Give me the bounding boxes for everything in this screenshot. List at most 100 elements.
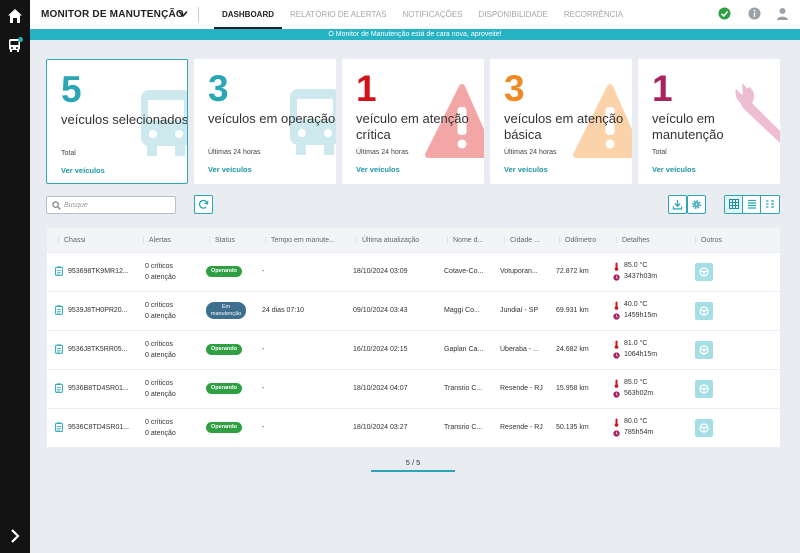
client-name: Gaplan Ca... [444,346,484,353]
steering-wheel-button[interactable] [695,380,713,398]
card-critical-attention[interactable]: 1 veículo em atenção crítica Últimas 24 … [342,59,484,184]
engine-hours: 563h02m [624,390,654,397]
settings-button[interactable] [687,195,706,214]
status-badge: Operando [206,344,242,355]
column-header-nome[interactable]: Nome d... [444,236,483,244]
card-view-button[interactable] [761,196,779,213]
card-label: veículos selecionados [61,112,188,127]
column-header-atualizacao[interactable]: Última atualização [353,236,419,244]
column-header-tempo[interactable]: Tempo em manute... [262,236,335,244]
column-header-detalhes[interactable]: Detalhes [613,236,650,244]
chassi-value: 9539J8TH0PR20... [68,307,128,314]
card-subtitle: Últimas 24 horas [504,149,557,156]
status-badge: Operando [206,266,242,277]
column-header-chassi[interactable]: Chassi [55,236,85,244]
refresh-button[interactable] [194,195,213,214]
grid-icon [729,199,739,209]
client-name: Transrio C... [444,385,483,392]
chassi-value: 953698TK9MR12... [68,268,129,275]
card-label: veículo em manutenção [652,111,724,142]
last-update: 16/10/2024 02:15 [353,346,408,353]
tab-dashboard[interactable]: DASHBOARD [214,0,282,29]
steering-wheel-button[interactable] [695,341,713,359]
column-header-odometro[interactable]: Odômetro [556,236,596,244]
status-badge: Operando [206,422,242,433]
search-box [46,196,176,214]
top-bar: MONITOR DE MANUTENÇÃO DASHBOARD RELATÓRI… [30,0,800,29]
card-link[interactable]: Ver veículos [504,165,548,174]
bus-icon[interactable] [7,37,23,53]
check-circle-icon[interactable] [718,7,731,20]
tab-disponibilidade[interactable]: DISPONIBILIDADE [471,0,556,29]
column-header-status[interactable]: Status [206,236,235,244]
card-selected-vehicles[interactable]: 5 veículos selecionados Total Ver veícul… [46,59,188,184]
download-button[interactable] [668,195,687,214]
maintenance-time: - [262,424,265,431]
critical-alerts: 0 críticos [145,419,174,426]
engine-hours: 3437h03m [624,273,658,280]
card-operating-vehicles[interactable]: 3 veículos em operação Últimas 24 horas … [194,59,336,184]
vehicles-table: Chassi Alertas Status Tempo em manute...… [47,228,780,447]
card-link[interactable]: Ver veículos [652,165,696,174]
card-subtitle: Total [652,149,667,156]
tab-recorrencia[interactable]: RECORRÊNCIA [556,0,631,29]
list-view-button[interactable] [743,196,761,213]
list-icon [748,199,756,209]
last-update: 18/10/2024 03:27 [353,424,408,431]
user-icon[interactable] [776,7,789,20]
maintenance-time: - [262,346,265,353]
grid-view-button[interactable] [725,196,743,213]
engine-hours: 1064h15m [624,351,658,358]
status-badge: Operando [206,383,242,394]
thermometer-icon [614,418,619,427]
tab-relatorio-alertas[interactable]: RELATÓRIO DE ALERTAS [282,0,394,29]
pagination[interactable]: 5 / 5 [371,458,455,472]
card-basic-attention[interactable]: 3 veículos em atenção básica Últimas 24 … [490,59,632,184]
search-input[interactable] [64,199,172,211]
steering-wheel-button[interactable] [695,302,713,320]
engine-temperature: 80.0 °C [624,418,648,425]
city: Uberaba - ... [500,346,539,353]
last-update: 09/10/2024 03:43 [353,307,408,314]
chassi-value: 9536B8TD4SR01... [68,385,129,392]
steering-wheel-icon [699,423,709,433]
steering-wheel-button[interactable] [695,419,713,437]
table-row[interactable]: 953698TK9MR12... 0 críticos 0 atenção Op… [47,253,780,291]
card-subtitle: Últimas 24 horas [356,149,409,156]
table-row[interactable]: 9536J8TK5RR05... 0 críticos 0 atenção Op… [47,331,780,369]
last-update: 18/10/2024 03:09 [353,268,408,275]
nav-tabs: DASHBOARD RELATÓRIO DE ALERTAS NOTIFICAÇ… [214,0,631,29]
table-row[interactable]: 9539J8TH0PR20... 0 críticos 0 atenção Em… [47,292,780,330]
engine-temperature: 40.0 °C [624,301,648,308]
chevron-right-icon[interactable] [7,528,23,544]
attention-alerts: 0 atenção [145,352,176,359]
engine-temperature: 81.0 °C [624,340,648,347]
client-name: Maggi Co... [444,307,480,314]
steering-wheel-button[interactable] [695,263,713,281]
compact-list-icon [766,200,774,208]
maintenance-time: 24 dias 07:10 [262,307,305,314]
card-subtitle: Total [61,150,76,157]
card-number: 3 [208,68,229,109]
engine-temperature: 85.0 °C [624,262,648,269]
card-link[interactable]: Ver veículos [61,166,105,175]
card-number: 1 [356,68,377,109]
table-row[interactable]: 9536B8TD4SR01... 0 críticos 0 atenção Op… [47,370,780,408]
odometer: 50.135 km [556,424,589,431]
column-header-outros[interactable]: Outros [692,236,722,244]
table-row[interactable]: 9536C8TD4SR01... 0 críticos 0 atenção Op… [47,409,780,447]
left-rail [0,0,30,553]
column-header-alertas[interactable]: Alertas [140,236,171,244]
card-maintenance[interactable]: 1 veículo em manutenção Total Ver veícul… [638,59,780,184]
card-link[interactable]: Ver veículos [356,165,400,174]
home-icon[interactable] [7,8,23,24]
info-icon[interactable] [748,7,761,20]
odometer: 24.682 km [556,346,589,353]
card-link[interactable]: Ver veículos [208,165,252,174]
attention-alerts: 0 atenção [145,430,176,437]
column-header-cidade[interactable]: Cidade ... [501,236,540,244]
chevron-down-icon[interactable] [178,10,188,18]
engine-hours: 1459h15m [624,312,658,319]
critical-alerts: 0 críticos [145,341,174,348]
tab-notificacoes[interactable]: NOTIFICAÇÕES [394,0,470,29]
